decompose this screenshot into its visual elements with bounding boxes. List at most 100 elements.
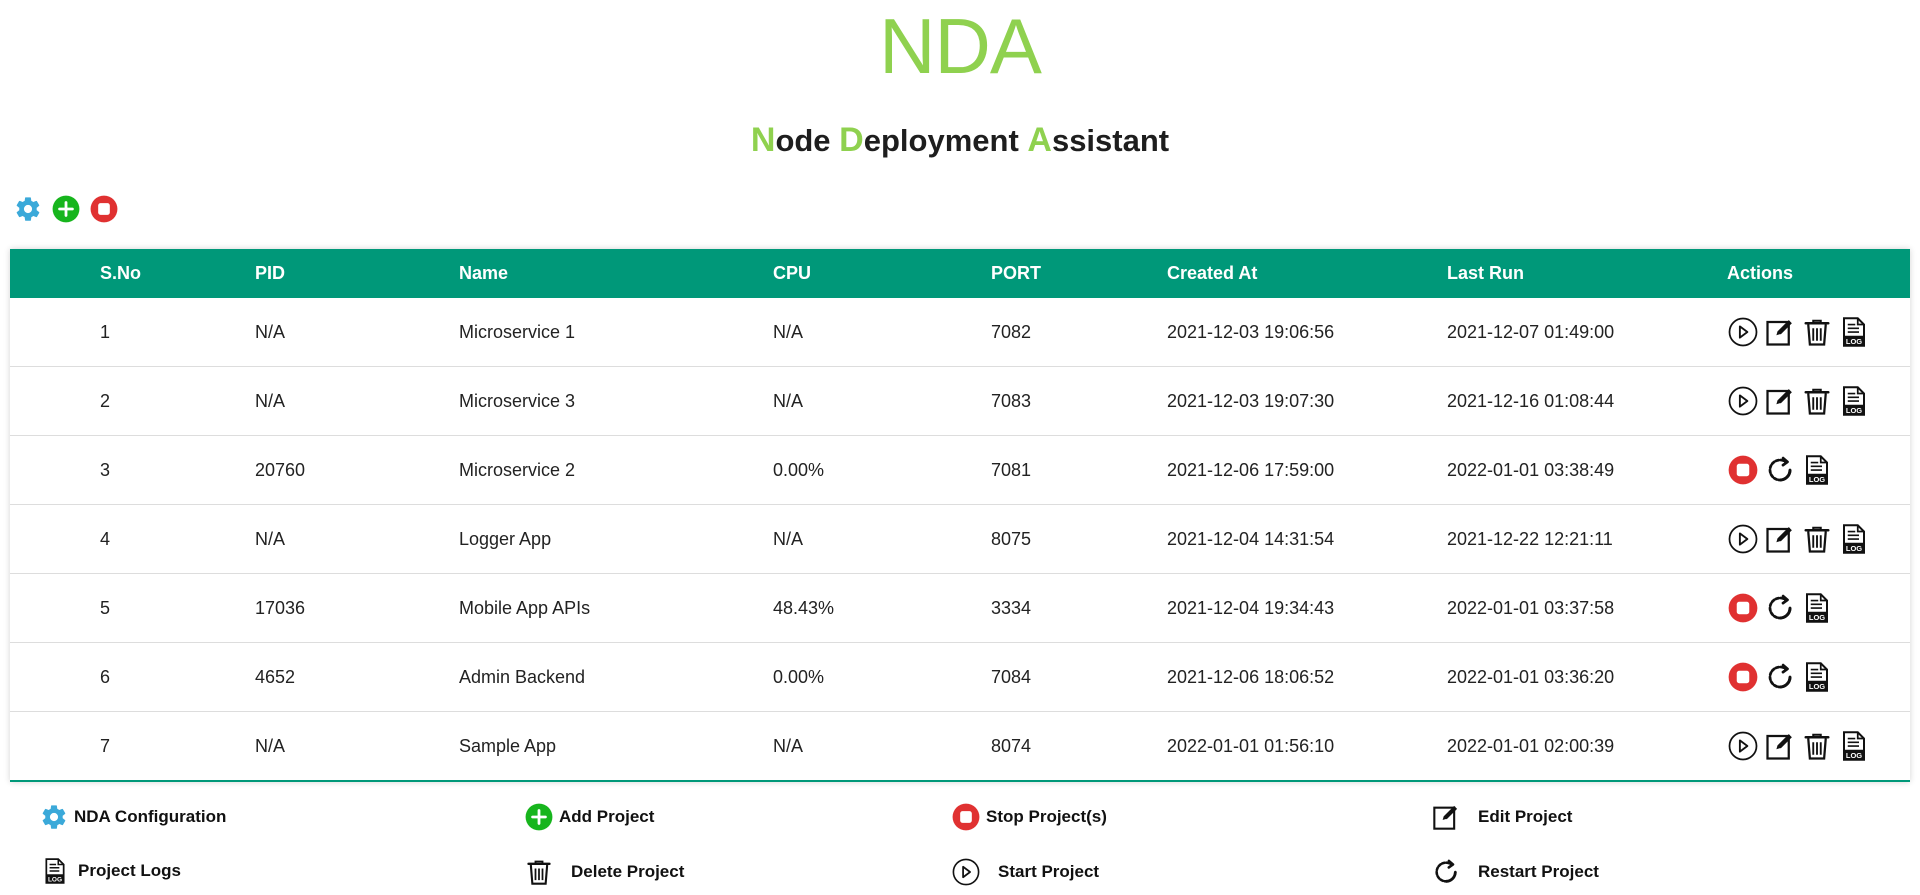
col-header-port: PORT [991,263,1042,283]
pid-cell: 4652 [255,666,296,687]
created-at-cell: 2021-12-04 19:34:43 [1167,597,1335,618]
delete-project-button[interactable] [1801,316,1833,348]
last-run-cell: 2022-01-01 03:37:58 [1447,597,1615,618]
sno-cell: 4 [100,528,111,549]
col-header-cpu: CPU [773,263,812,283]
actions-cell: LOG [1727,436,1910,505]
actions-cell: LOG [1727,298,1910,367]
delete-icon [1804,319,1830,346]
project-logs-button[interactable]: LOG [1838,523,1870,555]
edit-project-button[interactable] [1764,523,1796,555]
stop-project-button[interactable] [1727,592,1759,624]
subtitle-initial: A [1027,121,1052,159]
subtitle-word: ssistant [1051,123,1170,158]
gear-icon [16,197,40,221]
start-project-button[interactable] [1727,385,1759,417]
start-project-button[interactable] [1727,730,1759,762]
add-project-button[interactable] [51,194,81,224]
legend-label: Delete Project [571,862,685,881]
cpu-cell: N/A [773,528,804,549]
start-icon [1728,386,1758,416]
svg-text:LOG: LOG [1846,751,1862,760]
delete-project-button[interactable] [1801,523,1833,555]
project-logs-button[interactable]: LOG [1801,454,1833,486]
project-logs-button[interactable]: LOG [1801,592,1833,624]
name-cell: Logger App [459,528,552,549]
delete-project-button[interactable] [1801,385,1833,417]
cpu-cell: 0.00% [773,459,825,480]
subtitle-initial: N [750,121,776,159]
edit-icon [1766,320,1792,346]
legend-label: Restart Project [1478,862,1599,881]
log-icon: LOG [1843,386,1865,416]
sno-cell: 3 [100,459,111,480]
legend-item: Add Project [525,803,654,831]
col-header-pid: PID [255,263,286,283]
log-icon: LOG [1843,731,1865,761]
sno-cell: 1 [100,321,111,342]
last-run-cell: 2021-12-07 01:49:00 [1447,321,1615,342]
pid-cell: N/A [255,735,286,756]
last-run-cell: 2021-12-16 01:08:44 [1447,390,1615,411]
legend-label: Project Logs [78,861,181,880]
legend-item: Edit Project [1432,803,1572,831]
icon-legend: NDA Configuration Add Project Stop Project… [0,795,1920,895]
edit-icon [1433,805,1458,830]
delete-project-button[interactable] [1801,730,1833,762]
name-cell: Microservice 1 [459,321,576,342]
last-run-cell: 2022-01-01 03:36:20 [1447,666,1615,687]
svg-text:LOG: LOG [1846,406,1862,415]
log-icon: LOG [1843,524,1865,554]
created-at-cell: 2021-12-03 19:06:56 [1167,321,1335,342]
svg-text:LOG: LOG [1809,682,1825,691]
name-cell: Microservice 2 [459,459,576,480]
name-cell: Admin Backend [459,666,586,687]
project-logs-button[interactable]: LOG [1838,316,1870,348]
stop-projects-button[interactable] [89,194,119,224]
edit-project-button[interactable] [1764,730,1796,762]
log-icon: LOG [45,858,65,884]
gear-icon [42,805,66,829]
restart-icon [1768,456,1792,482]
restart-project-button[interactable] [1764,661,1796,693]
edit-project-button[interactable] [1764,316,1796,348]
table-row: 2 N/A Microservice 3 N/A 7083 2021-12-03 19:0… [10,367,1910,436]
svg-text:LOG: LOG [1846,337,1862,346]
created-at-cell: 2022-01-01 01:56:10 [1167,735,1335,756]
table-row: 4 N/A Logger App N/A 8075 2021-12-04 14:31:54… [10,505,1910,574]
col-header-actions: Actions [1727,263,1794,283]
port-cell: 8074 [991,735,1032,756]
restart-project-button[interactable] [1764,592,1796,624]
project-logs-button[interactable]: LOG [1838,385,1870,417]
stop-project-button[interactable] [1727,661,1759,693]
pid-cell: 17036 [255,597,306,618]
stop-icon [90,195,118,223]
subtitle-word: eployment [863,123,1028,158]
log-icon: LOG [1806,593,1828,623]
projects-table: S.No PID Name CPU PORT Created At Last R… [10,249,1910,782]
actions-cell: LOG [1727,712,1910,781]
start-project-button[interactable] [1727,523,1759,555]
edit-project-button[interactable] [1764,385,1796,417]
actions-cell: LOG [1727,367,1910,436]
delete-icon [1804,388,1830,415]
port-cell: 7082 [991,321,1032,342]
stop-icon [952,803,980,831]
cpu-cell: N/A [773,735,804,756]
created-at-cell: 2021-12-06 18:06:52 [1167,666,1335,687]
cpu-cell: N/A [773,321,804,342]
table-row: 3 20760 Microservice 2 0.00% 7081 2021-12-06 … [10,436,1910,505]
port-cell: 8075 [991,528,1032,549]
add-icon [52,195,80,223]
legend-item: Delete Project [525,858,684,886]
project-logs-button[interactable]: LOG [1838,730,1870,762]
stop-icon [1728,455,1758,485]
col-header-sno: S.No [100,263,142,283]
config-button[interactable] [13,194,43,224]
table-row: 7 N/A Sample App N/A 8074 2022-01-01 01:56:10… [10,712,1910,781]
restart-project-button[interactable] [1764,454,1796,486]
svg-text:LOG: LOG [48,876,62,883]
stop-project-button[interactable] [1727,454,1759,486]
start-project-button[interactable] [1727,316,1759,348]
project-logs-button[interactable]: LOG [1801,661,1833,693]
